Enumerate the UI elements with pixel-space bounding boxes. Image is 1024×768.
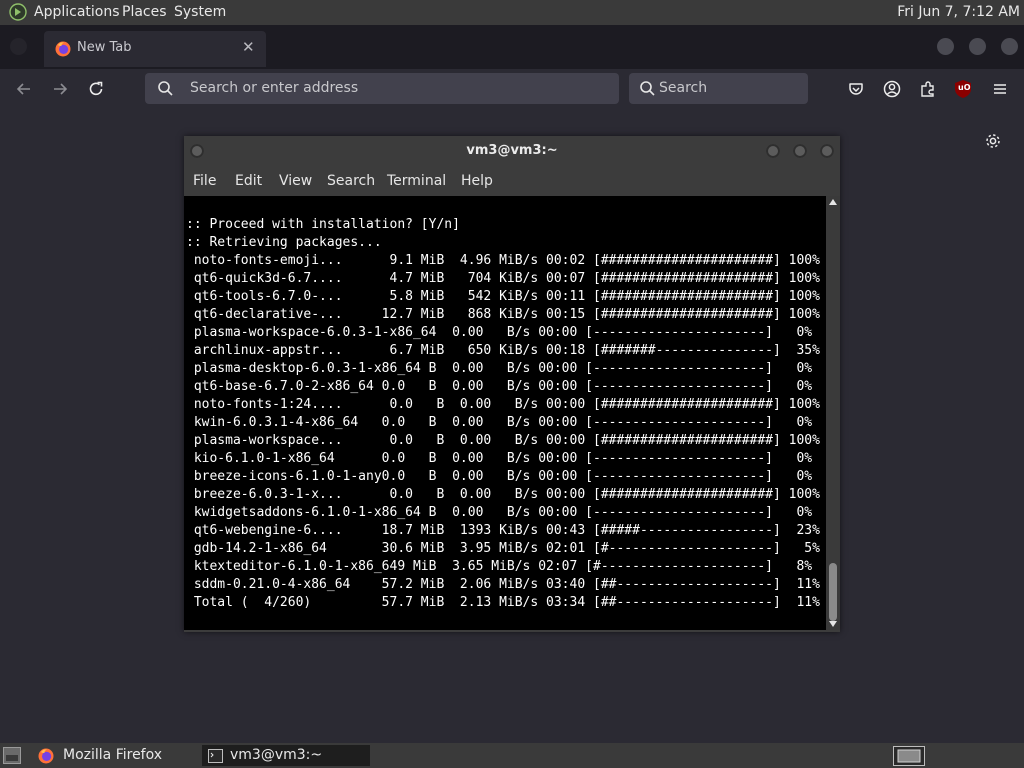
top-panel: Applications Places System Fri Jun 7, 7:…: [0, 0, 1024, 25]
window-button-ghost: [10, 38, 27, 55]
taskbar-item-terminal[interactable]: vm3@vm3:~: [202, 745, 370, 766]
reload-icon[interactable]: [86, 79, 106, 99]
terminal-maximize-button[interactable]: [793, 144, 807, 158]
menu-file[interactable]: File: [193, 173, 216, 189]
close-icon[interactable]: ✕: [242, 38, 255, 56]
hamburger-menu-icon[interactable]: [990, 79, 1010, 99]
extensions-icon[interactable]: [918, 79, 938, 99]
terminal-line: breeze-icons-6.1.0-1-any0.0 B 0.00 B/s 0…: [193, 469, 813, 484]
terminal-line: Total ( 4/260) 57.7 MiB 2.13 MiB/s 03:34…: [193, 595, 820, 610]
terminal-window[interactable]: vm3@vm3:~ File Edit View Search Terminal…: [184, 136, 840, 632]
terminal-line: plasma-workspace-6.0.3-1-x86_64 0.00 B/s…: [193, 325, 813, 340]
terminal-output[interactable]: :: Proceed with installation? [Y/n] :: R…: [184, 196, 826, 630]
terminal-line: noto-fonts-emoji... 9.1 MiB 4.96 MiB/s 0…: [193, 253, 820, 268]
menu-view[interactable]: View: [279, 173, 312, 189]
terminal-line: breeze-6.0.3-1-x... 0.0 B 0.00 B/s 00:00…: [193, 487, 820, 502]
menu-help[interactable]: Help: [461, 173, 493, 189]
terminal-line: qt6-base-6.7.0-2-x86_64 0.0 B 0.00 B/s 0…: [193, 379, 813, 394]
clock[interactable]: Fri Jun 7, 7:12 AM: [897, 4, 1020, 20]
bottom-panel: Mozilla Firefox vm3@vm3:~: [0, 743, 1024, 768]
terminal-line: noto-fonts-1:24.... 0.0 B 0.00 B/s 00:00…: [193, 397, 820, 412]
terminal-line: plasma-desktop-6.0.3-1-x86_64 B 0.00 B/s…: [193, 361, 813, 376]
terminal-line: qt6-quick3d-6.7.... 4.7 MiB 704 KiB/s 00…: [193, 271, 820, 286]
menu-edit[interactable]: Edit: [235, 173, 262, 189]
terminal-line: plasma-workspace... 0.0 B 0.00 B/s 00:00…: [193, 433, 820, 448]
terminal-line: kwin-6.0.3.1-4-x86_64 0.0 B 0.00 B/s 00:…: [193, 415, 813, 430]
distro-logo-icon[interactable]: [9, 3, 27, 21]
address-placeholder: Search or enter address: [190, 80, 359, 96]
search-bar[interactable]: Search: [629, 73, 808, 104]
account-icon[interactable]: [882, 79, 902, 99]
terminal-line: :: Retrieving packages...: [186, 235, 382, 250]
gear-icon[interactable]: [984, 132, 1002, 150]
terminal-line: qt6-declarative-... 12.7 MiB 868 KiB/s 0…: [193, 307, 820, 322]
taskbar-label-firefox: Mozilla Firefox: [63, 747, 163, 763]
terminal-line: kwidgetsaddons-6.1.0-1-x86_64 B 0.00 B/s…: [193, 505, 813, 520]
applications-menu[interactable]: Applications: [34, 4, 120, 20]
menu-terminal[interactable]: Terminal: [387, 173, 446, 189]
scrollbar-thumb[interactable]: [829, 563, 837, 621]
firefox-icon: [55, 41, 71, 57]
scroll-up-icon[interactable]: [829, 199, 837, 205]
minimize-button[interactable]: [937, 38, 954, 55]
terminal-icon: [208, 749, 223, 763]
terminal-minimize-button[interactable]: [766, 144, 780, 158]
show-desktop-icon[interactable]: [3, 747, 21, 764]
search-icon: [158, 81, 173, 96]
ublock-badge-text: uO: [958, 83, 971, 92]
address-bar[interactable]: Search or enter address: [145, 73, 619, 104]
terminal-line: :: Proceed with installation? [Y/n]: [186, 217, 460, 232]
terminal-scrollbar[interactable]: [826, 196, 840, 630]
terminal-line: sddm-0.21.0-4-x86_64 57.2 MiB 2.06 MiB/s…: [193, 577, 820, 592]
terminal-line: ktexteditor-6.1.0-1-x86_649 MiB 3.65 MiB…: [193, 559, 813, 574]
terminal-line: gdb-14.2-1-x86_64 30.6 MiB 3.95 MiB/s 02…: [193, 541, 820, 556]
scroll-down-icon[interactable]: [829, 621, 837, 627]
terminal-menubar: File Edit View Search Terminal Help: [184, 166, 840, 196]
terminal-title: vm3@vm3:~: [466, 143, 558, 158]
system-menu[interactable]: System: [174, 4, 226, 20]
firefox-icon: [38, 748, 54, 764]
terminal-line: qt6-webengine-6.... 18.7 MiB 1393 KiB/s …: [193, 523, 820, 538]
forward-icon[interactable]: [50, 79, 70, 99]
ublock-icon[interactable]: uO: [954, 79, 972, 99]
maximize-button[interactable]: [969, 38, 986, 55]
tab-strip: New Tab ✕: [0, 25, 1024, 69]
taskbar-item-firefox[interactable]: Mozilla Firefox: [34, 745, 198, 766]
pocket-icon[interactable]: [846, 79, 866, 99]
search-placeholder: Search: [659, 80, 708, 96]
back-icon[interactable]: [14, 79, 34, 99]
terminal-text: :: Proceed with installation? [Y/n] :: R…: [186, 216, 820, 612]
navigation-toolbar: Search or enter address Search uO: [0, 69, 1024, 109]
terminal-line: kio-6.1.0-1-x86_64 0.0 B 0.00 B/s 00:00 …: [193, 451, 813, 466]
tab-new-tab[interactable]: New Tab ✕: [44, 31, 266, 67]
close-window-button[interactable]: [1001, 38, 1018, 55]
search-icon: [640, 81, 655, 96]
menu-search[interactable]: Search: [327, 173, 375, 189]
tab-title: New Tab: [77, 40, 132, 55]
terminal-line: archlinux-appstr... 6.7 MiB 650 KiB/s 00…: [193, 343, 820, 358]
taskbar-label-terminal: vm3@vm3:~: [230, 747, 323, 763]
terminal-titlebar[interactable]: vm3@vm3:~: [184, 136, 840, 166]
terminal-line: qt6-tools-6.7.0-... 5.8 MiB 542 KiB/s 00…: [193, 289, 820, 304]
terminal-close-button[interactable]: [820, 144, 834, 158]
places-menu[interactable]: Places: [122, 4, 167, 20]
workspace-icon[interactable]: [893, 746, 925, 766]
